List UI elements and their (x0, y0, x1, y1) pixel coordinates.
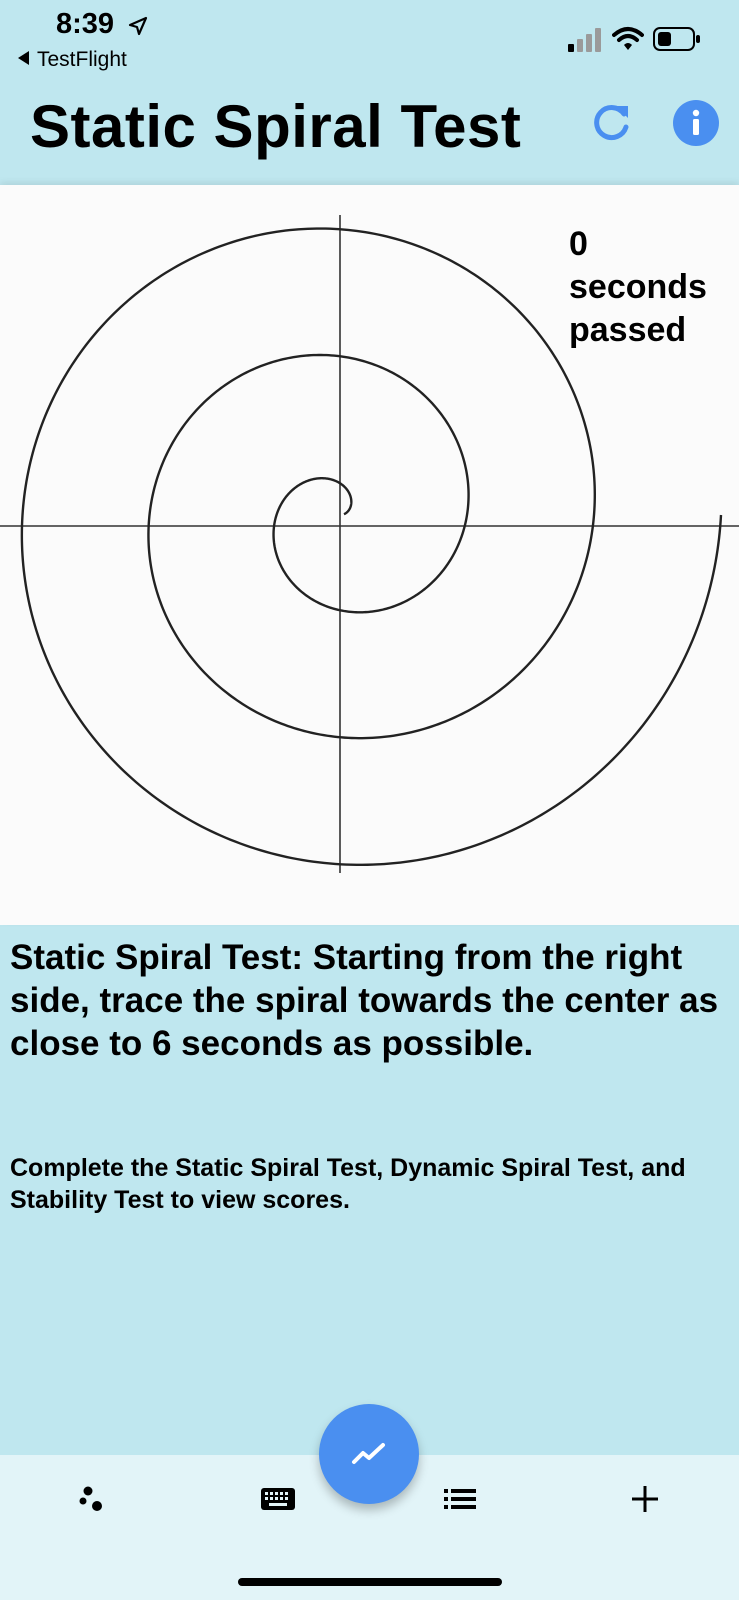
test-instructions: Static Spiral Test: Starting from the ri… (10, 938, 719, 1063)
info-icon (692, 109, 700, 135)
home-indicator (238, 1578, 502, 1586)
nav-item-list[interactable] (430, 1479, 490, 1529)
list-icon (444, 1489, 476, 1509)
spiral-drawing-canvas[interactable]: 0 seconds passed (0, 185, 739, 925)
scores-note: Complete the Static Spiral Test, Dynamic… (10, 1154, 686, 1214)
plus-icon (632, 1486, 658, 1512)
timer-unit: seconds (569, 268, 707, 306)
nav-item-add[interactable] (615, 1479, 675, 1529)
info-button[interactable] (673, 100, 719, 146)
trend-chart-fab-button[interactable] (319, 1404, 419, 1504)
status-bar: 8:39 TestFlight (0, 0, 739, 80)
battery-icon (653, 27, 700, 51)
header: Static Spiral Test (0, 80, 739, 185)
trend-chart-icon (352, 1443, 385, 1464)
wifi-icon (612, 27, 644, 50)
timer-suffix: passed (569, 311, 687, 349)
back-arrow-icon (18, 51, 29, 65)
keyboard-icon (261, 1488, 295, 1510)
refresh-button[interactable] (588, 100, 634, 146)
refresh-icon (594, 105, 629, 141)
timer-display: 0 seconds passed (569, 223, 734, 352)
back-to-testflight-link[interactable]: TestFlight (18, 48, 127, 72)
back-app-label: TestFlight (37, 48, 127, 71)
bubbles-icon (79, 1486, 102, 1511)
timer-value: 0 (569, 225, 588, 263)
nav-item-bubbles[interactable] (63, 1479, 123, 1529)
page-title: Static Spiral Test (30, 93, 522, 160)
signal-icon (568, 28, 601, 52)
status-time: 8:39 (56, 8, 115, 40)
location-arrow-icon (128, 16, 148, 36)
nav-item-keyboard[interactable] (248, 1479, 308, 1529)
